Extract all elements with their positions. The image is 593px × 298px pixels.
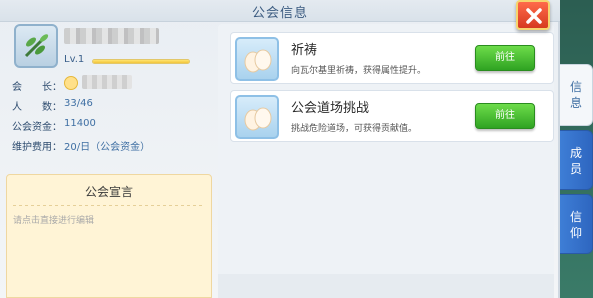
tab-members[interactable]: 成 员 <box>560 130 593 190</box>
members-value: 33/46 <box>64 98 93 109</box>
go-pray-button[interactable]: 前往 <box>475 45 535 71</box>
guild-declaration[interactable]: 公会宣言 请点击直接进行编辑 <box>6 174 212 298</box>
tab-info-label-top: 信 <box>569 80 582 94</box>
close-button[interactable] <box>516 0 550 30</box>
guild-level: Lv.1 <box>64 54 85 65</box>
activity-desc: 挑战危险道场，可获得贡献值。 <box>291 124 418 134</box>
activity-dojo-icon-frame <box>235 95 279 139</box>
leader-gender-icon <box>64 76 78 90</box>
tab-members-label-bottom: 员 <box>569 162 582 176</box>
guild-exp-bar <box>92 59 190 64</box>
tab-members-label-top: 成 <box>569 146 582 160</box>
eggs-icon <box>244 49 272 73</box>
activity-list-footer <box>218 274 554 298</box>
leader-name-redacted <box>82 75 132 89</box>
declaration-title: 公会宣言 <box>84 185 133 199</box>
declaration-divider <box>13 205 205 206</box>
leaf-emblem-icon <box>24 34 49 58</box>
tab-faith[interactable]: 信 仰 <box>560 194 593 254</box>
guild-exp-fill <box>93 60 189 63</box>
leader-row: 会 长： <box>12 75 132 93</box>
leader-label: 会 长： <box>12 82 62 93</box>
upkeep-value: 20/日（公会资金） <box>64 142 151 153</box>
tab-faith-label-top: 信 <box>569 210 582 224</box>
guild-name-redacted <box>64 28 159 44</box>
funds-label: 公会资金： <box>12 122 62 133</box>
activity-dojo: 公会道场挑战 挑战危险道场，可获得贡献值。 前往 <box>230 90 554 142</box>
members-row: 人 数： 33/46 <box>12 98 93 113</box>
window-title: 公会信息 <box>251 6 308 21</box>
tab-info[interactable]: 信 息 <box>560 64 593 126</box>
tab-faith-label-bottom: 仰 <box>569 226 582 240</box>
upkeep-row: 维护费用： 20/日（公会资金） <box>12 138 150 153</box>
guild-emblem <box>14 24 58 68</box>
members-label: 人 数： <box>12 102 62 113</box>
declaration-edit-hint[interactable]: 请点击直接进行编辑 <box>13 213 94 226</box>
activity-pray: 祈祷 向瓦尔基里祈祷，获得属性提升。 前往 <box>230 32 554 84</box>
activity-pray-icon-frame <box>235 37 279 81</box>
title-bar: 公会信息 <box>0 0 560 22</box>
tab-info-label-bottom: 息 <box>569 96 582 110</box>
funds-value: 11400 <box>64 118 96 129</box>
close-icon <box>526 8 542 24</box>
activity-list: 祈祷 向瓦尔基里祈祷，获得属性提升。 前往 公会道场挑战 挑战危险道场，可获得贡… <box>218 24 554 288</box>
funds-row: 公会资金： 11400 <box>12 118 96 133</box>
activity-name: 祈祷 <box>291 43 318 58</box>
go-dojo-button[interactable]: 前往 <box>475 103 535 129</box>
eggs-icon <box>244 107 272 131</box>
upkeep-label: 维护费用： <box>12 142 62 153</box>
activity-desc: 向瓦尔基里祈祷，获得属性提升。 <box>291 66 427 76</box>
activity-name: 公会道场挑战 <box>291 101 370 116</box>
